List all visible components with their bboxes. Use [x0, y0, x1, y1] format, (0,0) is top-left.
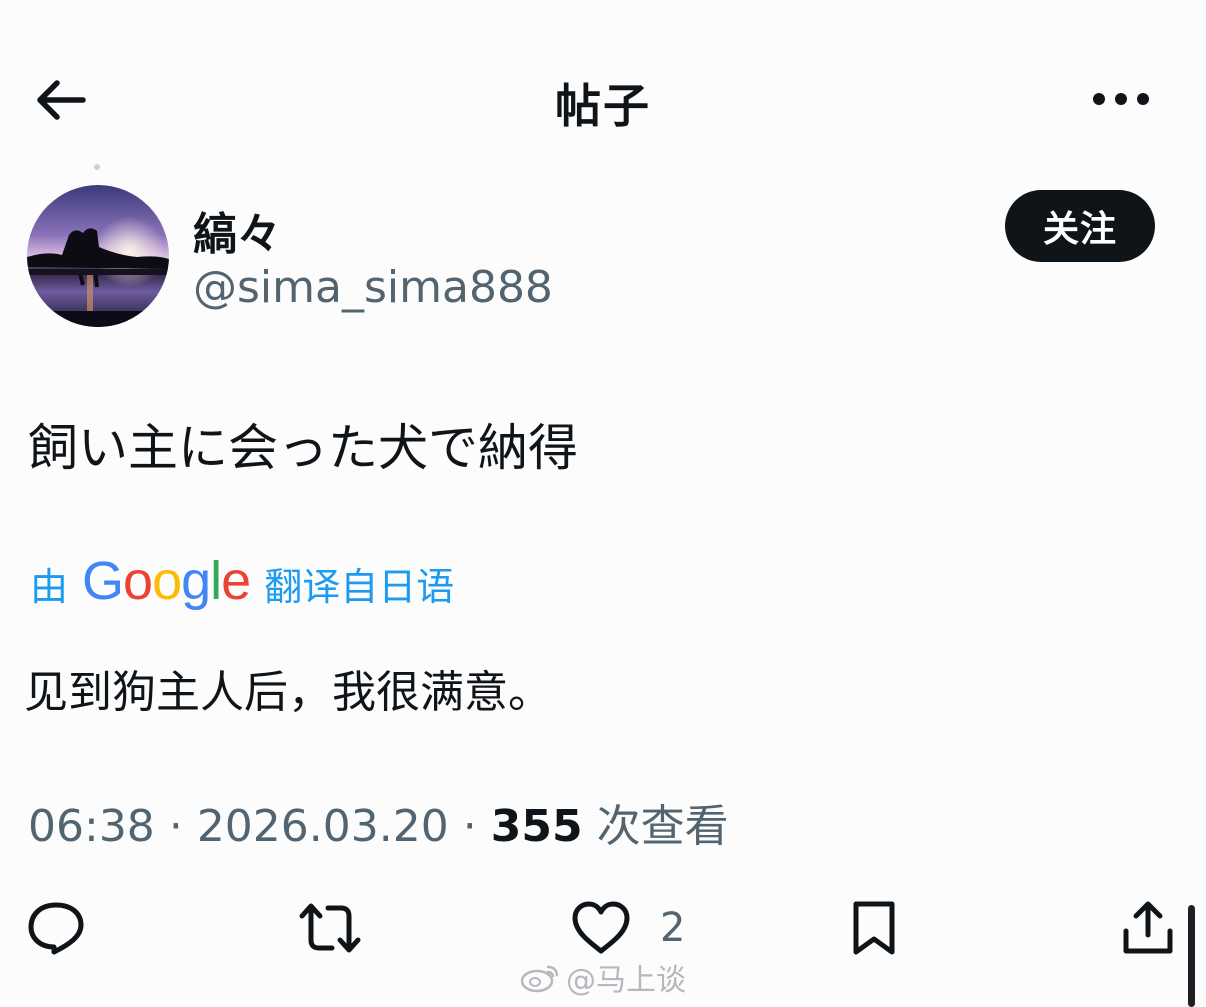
- more-options-button[interactable]: [1088, 76, 1154, 122]
- author-display-name[interactable]: 縞々: [193, 198, 281, 262]
- translation-attribution-link[interactable]: 由 Google 翻译自日语: [30, 550, 455, 614]
- post-meta: 06:38 · 2026.03.20 · 355 次查看: [28, 790, 729, 854]
- google-logo-letter: g: [181, 551, 211, 611]
- share-button[interactable]: [1120, 896, 1178, 960]
- heart-icon: [572, 901, 630, 954]
- meta-separator: ·: [462, 801, 477, 852]
- view-count: 355: [490, 801, 583, 852]
- translate-suffix: 翻译自日语: [264, 564, 455, 609]
- share-icon: [1123, 901, 1173, 954]
- scrollbar[interactable]: [1188, 905, 1195, 1007]
- follow-button[interactable]: 关注: [1005, 190, 1155, 262]
- more-horizontal-icon: [1093, 93, 1149, 105]
- translated-text: 见到狗主人后，我很满意。: [24, 667, 552, 718]
- google-logo-letter: l: [210, 551, 222, 611]
- google-logo-letter: G: [82, 551, 124, 611]
- weibo-logo-icon: [520, 965, 559, 993]
- watermark: @马上谈: [520, 955, 686, 999]
- bookmark-icon: [853, 901, 895, 955]
- google-logo: Google: [82, 550, 251, 612]
- like-count: 2: [660, 905, 686, 951]
- google-logo-letter: e: [221, 551, 251, 611]
- meta-separator: ·: [168, 801, 183, 852]
- reply-button[interactable]: [26, 896, 90, 960]
- avatar[interactable]: [27, 185, 169, 327]
- bookmark-button[interactable]: [848, 896, 904, 960]
- repost-button[interactable]: [296, 896, 366, 960]
- page-title: 帖子: [555, 79, 651, 133]
- google-logo-letter: o: [152, 551, 182, 611]
- translate-prefix: 由: [30, 564, 69, 609]
- thread-dot: [94, 164, 100, 170]
- author-handle[interactable]: @sima_sima888: [193, 262, 553, 313]
- like-button[interactable]: 2: [570, 896, 685, 960]
- repost-icon: [299, 903, 361, 953]
- post-text: 飼い主に会った犬で納得: [28, 419, 578, 477]
- view-count-label: 次查看: [596, 801, 729, 852]
- post-date[interactable]: 2026.03.20: [197, 801, 449, 852]
- post-time[interactable]: 06:38: [28, 801, 155, 852]
- sunset-lake-avatar-image: [27, 185, 169, 327]
- watermark-text: @马上谈: [566, 963, 686, 998]
- google-logo-letter: o: [123, 551, 153, 611]
- reply-icon: [28, 902, 84, 955]
